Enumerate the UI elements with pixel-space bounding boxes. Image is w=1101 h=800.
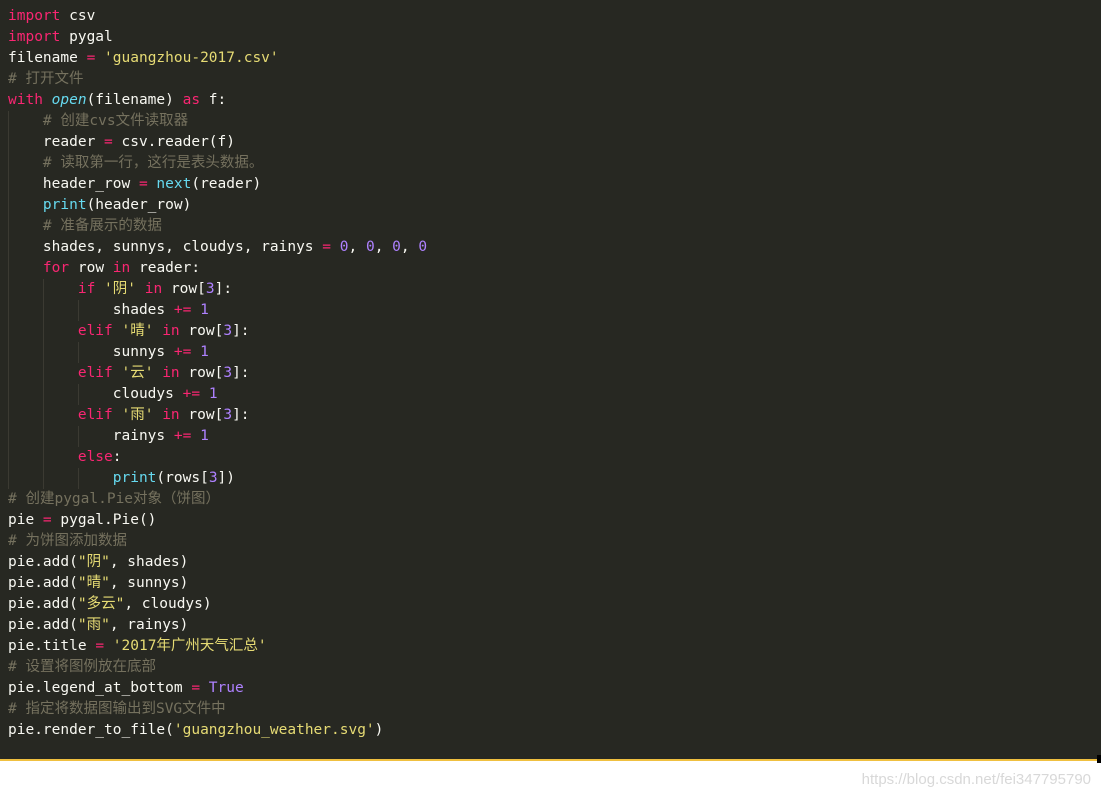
indent-guide <box>77 426 79 447</box>
indent-guide <box>8 468 9 489</box>
indent-guide <box>8 384 9 405</box>
indent-guide <box>8 195 9 216</box>
code-line[interactable]: elif '晴' in row[3]: <box>8 321 427 342</box>
editor-bottom-border <box>0 759 1101 761</box>
code-line[interactable]: shades += 1 <box>8 300 427 321</box>
code-line[interactable]: filename = 'guangzhou-2017.csv' <box>8 48 427 69</box>
code-line[interactable]: reader = csv.reader(f) <box>8 132 427 153</box>
indent-guide <box>42 342 44 363</box>
indent-guide <box>42 447 44 468</box>
indent-guide <box>42 363 44 384</box>
indent-guide <box>8 237 9 258</box>
indent-guide <box>8 279 9 300</box>
code-line[interactable]: # 指定将数据图输出到SVG文件中 <box>8 699 427 720</box>
code-line[interactable]: pie.legend_at_bottom = True <box>8 678 427 699</box>
scroll-marker <box>1097 755 1101 763</box>
indent-guide <box>8 153 9 174</box>
code-area[interactable]: import csv import pygal filename = 'guangz… <box>8 6 427 741</box>
indent-guide <box>8 405 9 426</box>
indent-guide <box>42 405 44 426</box>
indent-guide <box>8 447 9 468</box>
code-line[interactable]: pie.add("晴", sunnys) <box>8 573 427 594</box>
code-line[interactable]: else: <box>8 447 427 468</box>
indent-guide <box>8 300 9 321</box>
indent-guide <box>77 468 79 489</box>
indent-guide <box>8 342 9 363</box>
code-line[interactable]: rainys += 1 <box>8 426 427 447</box>
code-line[interactable]: pie.add("雨", rainys) <box>8 615 427 636</box>
code-line[interactable]: print(rows[3]) <box>8 468 427 489</box>
indent-guide <box>42 468 44 489</box>
code-line[interactable]: # 打开文件 <box>8 69 427 90</box>
code-line[interactable]: # 准备展示的数据 <box>8 216 427 237</box>
code-line[interactable]: elif '雨' in row[3]: <box>8 405 427 426</box>
code-editor[interactable]: import csv import pygal filename = 'guangz… <box>0 0 1101 760</box>
code-line[interactable]: # 为饼图添加数据 <box>8 531 427 552</box>
code-line[interactable]: # 读取第一行，这行是表头数据。 <box>8 153 427 174</box>
code-line[interactable]: elif '云' in row[3]: <box>8 363 427 384</box>
indent-guide <box>42 426 44 447</box>
indent-guide <box>77 384 79 405</box>
indent-guide <box>8 363 9 384</box>
indent-guide <box>8 111 9 132</box>
indent-guide <box>42 384 44 405</box>
code-line[interactable]: # 创建cvs文件读取器 <box>8 111 427 132</box>
code-line[interactable]: sunnys += 1 <box>8 342 427 363</box>
code-line[interactable]: import pygal <box>8 27 427 48</box>
code-line[interactable]: cloudys += 1 <box>8 384 427 405</box>
indent-guide <box>8 426 9 447</box>
code-line[interactable]: for row in reader: <box>8 258 427 279</box>
indent-guide <box>77 300 79 321</box>
code-line[interactable]: # 设置将图例放在底部 <box>8 657 427 678</box>
indent-guide <box>8 258 9 279</box>
code-line[interactable]: import csv <box>8 6 427 27</box>
indent-guide <box>42 300 44 321</box>
code-line[interactable]: print(header_row) <box>8 195 427 216</box>
code-line[interactable]: pie.add("多云", cloudys) <box>8 594 427 615</box>
code-line[interactable]: pie = pygal.Pie() <box>8 510 427 531</box>
code-line[interactable]: pie.render_to_file('guangzhou_weather.sv… <box>8 720 427 741</box>
code-line[interactable]: header_row = next(reader) <box>8 174 427 195</box>
code-line[interactable]: if '阴' in row[3]: <box>8 279 427 300</box>
code-line[interactable]: # 创建pygal.Pie对象（饼图） <box>8 489 427 510</box>
indent-guide <box>42 321 44 342</box>
watermark: https://blog.csdn.net/fei347795790 <box>861 771 1091 788</box>
indent-guide <box>8 321 9 342</box>
code-line[interactable]: pie.add("阴", shades) <box>8 552 427 573</box>
indent-guide <box>8 174 9 195</box>
indent-guide <box>42 279 44 300</box>
indent-guide <box>77 342 79 363</box>
code-line[interactable]: with open(filename) as f: <box>8 90 427 111</box>
code-line[interactable]: pie.title = '2017年广州天气汇总' <box>8 636 427 657</box>
indent-guide <box>8 216 9 237</box>
indent-guide <box>8 132 9 153</box>
code-line[interactable]: shades, sunnys, cloudys, rainys = 0, 0, … <box>8 237 427 258</box>
